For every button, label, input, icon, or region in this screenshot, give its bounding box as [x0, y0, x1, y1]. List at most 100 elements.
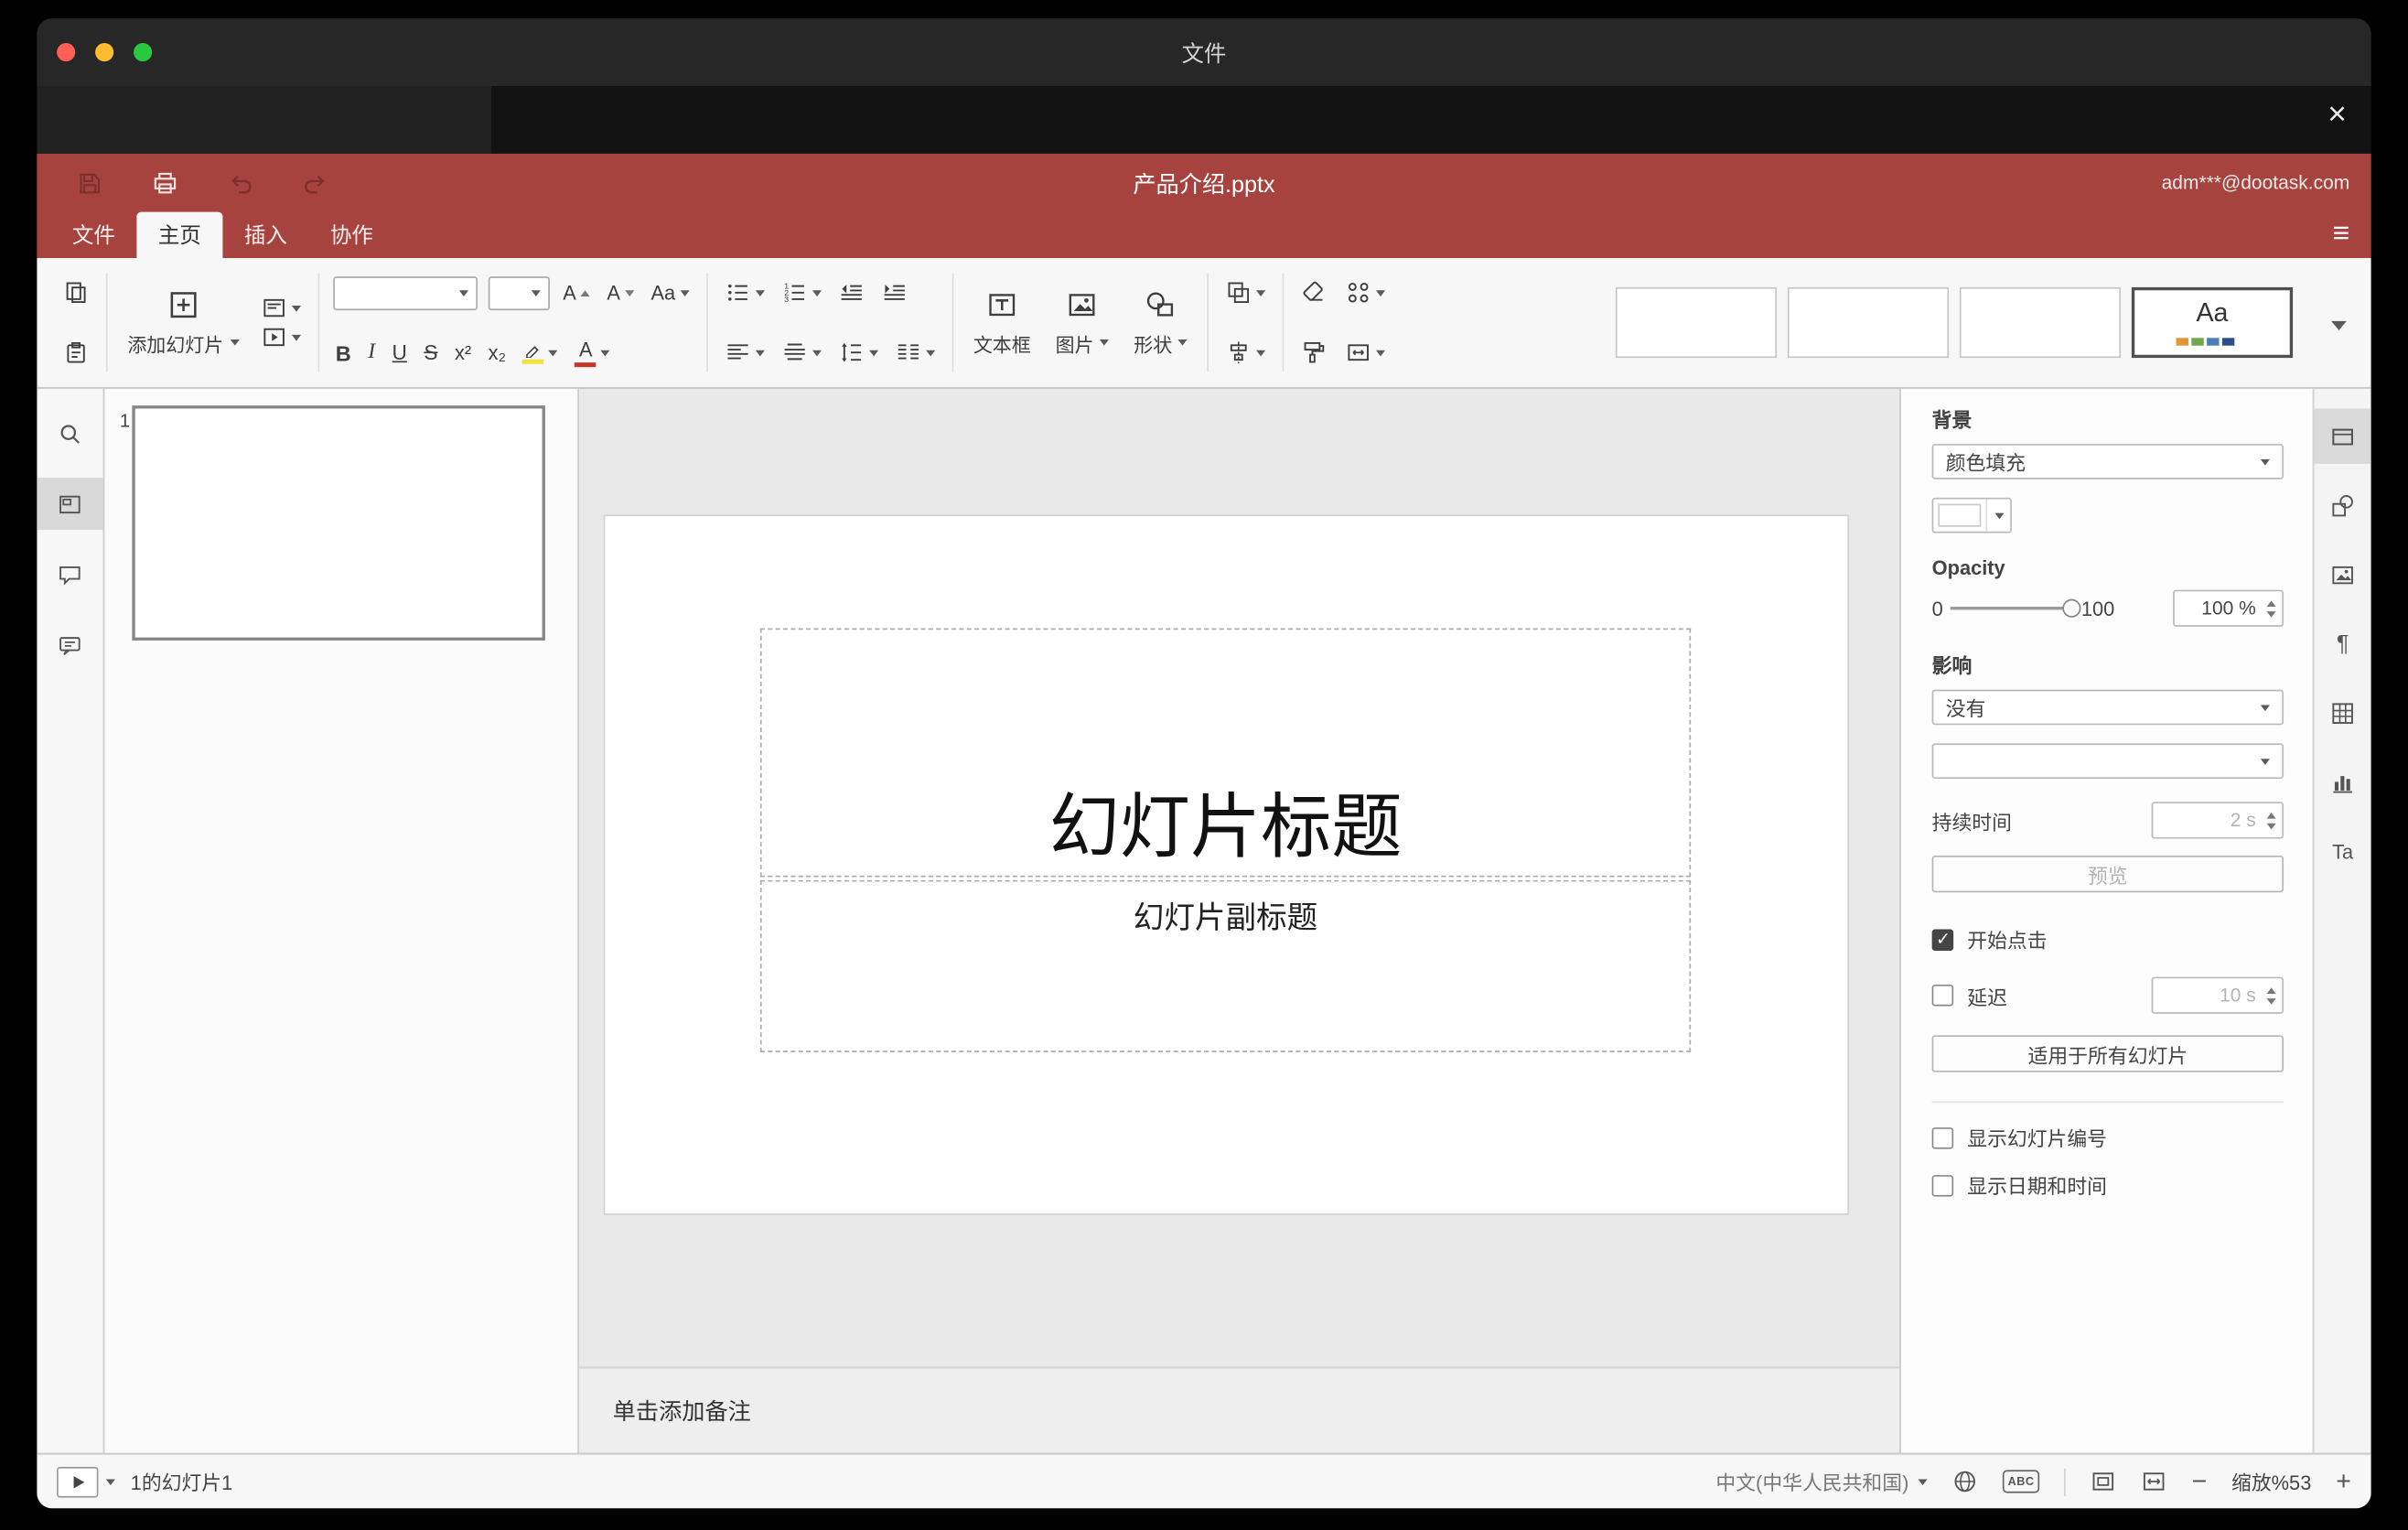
slide-settings-tab[interactable] — [2314, 408, 2371, 464]
fit-width-button[interactable] — [2141, 1469, 2167, 1495]
spinner-down-icon[interactable] — [2266, 822, 2276, 829]
delay-input[interactable]: 10 s — [2151, 976, 2284, 1014]
change-case-button[interactable]: Aa — [648, 279, 693, 306]
set-language-globe-button[interactable] — [1951, 1469, 1978, 1495]
zoom-out-button[interactable]: − — [2191, 1466, 2207, 1497]
start-slideshow-status-button[interactable] — [57, 1466, 99, 1497]
language-button[interactable]: 中文(中华人民共和国) — [1715, 1467, 1928, 1496]
show-date-time-row[interactable]: 显示日期和时间 — [1931, 1170, 2284, 1200]
font-name-select[interactable] — [332, 275, 478, 310]
copy-button[interactable] — [59, 278, 91, 307]
copy-style-button[interactable] — [1298, 338, 1330, 367]
background-color-picker[interactable] — [1931, 497, 2012, 533]
print-button[interactable] — [149, 167, 180, 199]
maximize-traffic-light[interactable] — [134, 42, 153, 62]
font-size-select[interactable] — [487, 275, 550, 310]
numbering-button[interactable] — [779, 278, 824, 307]
image-settings-tab[interactable] — [2315, 547, 2371, 602]
spinner-up-icon[interactable] — [2266, 812, 2276, 818]
clear-style-button[interactable] — [1298, 278, 1330, 307]
close-traffic-light[interactable] — [57, 42, 76, 62]
show-date-time-checkbox[interactable] — [1931, 1174, 1954, 1196]
spinner-down-icon[interactable] — [2266, 997, 2276, 1004]
color-scheme-button[interactable] — [1343, 278, 1389, 307]
tab-file[interactable]: 文件 — [50, 212, 136, 258]
zoom-in-button[interactable]: + — [2336, 1466, 2351, 1497]
delay-checkbox[interactable] — [1931, 984, 1954, 1007]
tab-insert[interactable]: 插入 — [222, 212, 308, 258]
delay-toggle[interactable]: 延迟 — [1931, 981, 2007, 1010]
arrange-shape-button[interactable] — [1223, 278, 1269, 307]
paste-button[interactable] — [59, 338, 91, 367]
italic-button[interactable]: I — [365, 339, 379, 366]
opacity-slider[interactable] — [1951, 598, 2081, 620]
superscript-button[interactable]: x² — [452, 339, 475, 366]
spellcheck-button[interactable]: ABC — [2002, 1470, 2040, 1493]
preview-button[interactable]: 预览 — [1931, 855, 2284, 893]
start-on-click-row[interactable]: 开始点击 — [1931, 924, 2284, 954]
search-button[interactable] — [37, 407, 102, 459]
show-slide-number-row[interactable]: 显示幻灯片编号 — [1931, 1123, 2284, 1152]
increment-font-size-button[interactable]: A — [560, 279, 593, 306]
textart-settings-tab[interactable]: Ta — [2315, 824, 2371, 878]
comments-button[interactable] — [37, 548, 102, 600]
subscript-button[interactable]: x₂ — [485, 339, 509, 366]
show-slide-number-checkbox[interactable] — [1931, 1126, 1954, 1148]
line-spacing-button[interactable] — [835, 338, 881, 367]
horizontal-align-button[interactable] — [722, 338, 768, 367]
fit-slide-button[interactable] — [2091, 1469, 2117, 1495]
tab-home[interactable]: 主页 — [136, 211, 223, 258]
feedback-button[interactable] — [37, 619, 102, 671]
theme-option-3[interactable] — [1959, 286, 2122, 359]
table-settings-tab[interactable] — [2315, 685, 2371, 740]
insert-image-button[interactable]: 图片 — [1049, 288, 1115, 358]
add-slide-button[interactable]: 添加幻灯片 — [122, 288, 245, 358]
highlight-color-button[interactable] — [520, 339, 561, 366]
increase-indent-button[interactable] — [878, 278, 910, 307]
decrement-font-size-button[interactable]: A — [604, 279, 637, 306]
minimize-traffic-light[interactable] — [95, 42, 114, 62]
opacity-slider-knob[interactable] — [2062, 598, 2081, 618]
insert-shape-button[interactable]: 形状 — [1128, 288, 1194, 358]
paragraph-settings-tab[interactable]: ¶ — [2315, 616, 2371, 671]
slide-editor[interactable]: 幻灯片标题 幻灯片副标题 — [605, 515, 1848, 1214]
decrease-indent-button[interactable] — [835, 278, 867, 307]
effect-select[interactable]: 没有 — [1931, 689, 2284, 726]
notes-area[interactable]: 单击添加备注 — [578, 1366, 1900, 1453]
close-icon[interactable]: × — [2327, 98, 2347, 130]
apply-to-all-button[interactable]: 适用于所有幻灯片 — [1931, 1035, 2284, 1072]
columns-button[interactable] — [892, 338, 938, 367]
effect-variant-select[interactable] — [1931, 743, 2284, 780]
theme-gallery-expand-button[interactable] — [2325, 305, 2352, 340]
strikethrough-button[interactable]: S — [421, 339, 441, 366]
save-button[interactable] — [74, 167, 105, 199]
font-color-button[interactable]: A — [572, 337, 613, 369]
title-placeholder[interactable]: 幻灯片标题 — [759, 628, 1692, 878]
spinner-down-icon[interactable] — [2266, 610, 2276, 617]
spinner-up-icon[interactable] — [2266, 986, 2276, 994]
vertical-align-button[interactable] — [779, 338, 824, 367]
bullets-button[interactable] — [722, 278, 768, 307]
theme-option-2[interactable] — [1787, 286, 1950, 359]
slide-thumbnail[interactable] — [132, 405, 545, 641]
background-fill-select[interactable]: 颜色填充 — [1931, 444, 2284, 479]
shape-settings-tab[interactable] — [2315, 478, 2371, 533]
subtitle-placeholder[interactable]: 幻灯片副标题 — [759, 879, 1692, 1052]
theme-option-selected[interactable]: Aa — [2131, 286, 2294, 359]
slides-panel-button[interactable] — [37, 478, 103, 531]
opacity-input[interactable]: 100 % — [2173, 589, 2284, 627]
start-slideshow-button[interactable] — [257, 322, 303, 351]
align-shape-button[interactable] — [1223, 338, 1269, 367]
chart-settings-tab[interactable] — [2315, 754, 2371, 809]
theme-option-1[interactable] — [1615, 286, 1778, 359]
bold-button[interactable]: B — [332, 339, 354, 366]
duration-input[interactable]: 2 s — [2151, 802, 2284, 839]
redo-button[interactable] — [299, 167, 330, 199]
menu-icon[interactable]: ≡ — [2333, 212, 2350, 258]
insert-textbox-button[interactable]: 文本框 — [967, 288, 1037, 358]
spinner-up-icon[interactable] — [2266, 599, 2276, 607]
slide-layout-button[interactable] — [257, 294, 303, 323]
undo-button[interactable] — [224, 167, 255, 199]
slide-size-button[interactable] — [1343, 338, 1389, 367]
underline-button[interactable]: U — [389, 339, 410, 366]
